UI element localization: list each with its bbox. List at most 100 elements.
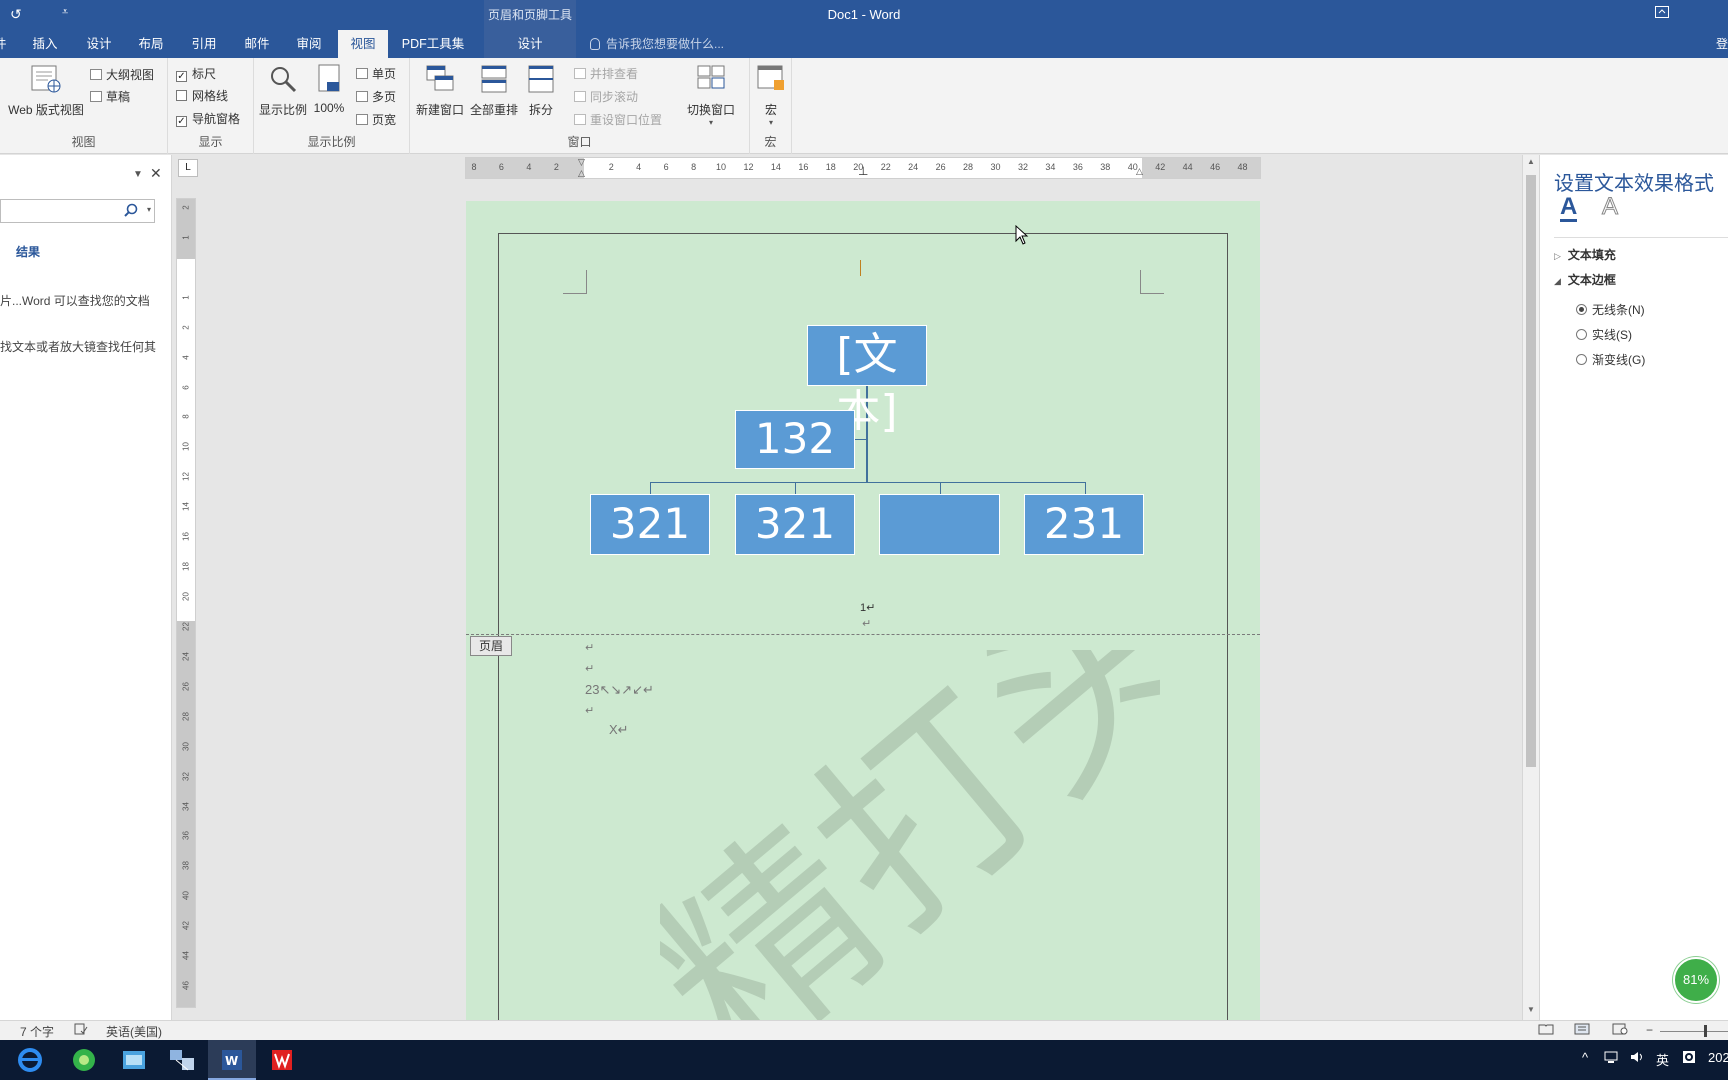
title-bar: ↺ ⩡ 页眉和页脚工具 Doc1 - Word: [0, 0, 1728, 30]
scroll-thumb[interactable]: [1526, 175, 1536, 767]
tab-insert[interactable]: 插入: [28, 30, 62, 58]
smartart-child-node[interactable]: 321: [590, 494, 710, 555]
pane-options-icon[interactable]: ▼: [133, 169, 143, 180]
smartart-child-node[interactable]: 321: [735, 494, 855, 555]
tab-selector[interactable]: L: [178, 159, 198, 177]
no-line-radio[interactable]: 无线条(N): [1576, 301, 1645, 318]
edge-browser-icon[interactable]: [6, 1040, 54, 1080]
text-effects-icon[interactable]: A: [1601, 194, 1618, 219]
page-width-button[interactable]: 页宽: [356, 111, 396, 128]
ruler-tick-label: 16: [181, 532, 191, 542]
wps-app-icon[interactable]: [258, 1040, 306, 1080]
center-tab-marker[interactable]: ⊥: [858, 164, 868, 178]
ruler-tick-label: 26: [935, 162, 946, 172]
zoom-100-button[interactable]: 100%: [312, 64, 346, 115]
ruler-tick-label: 18: [181, 562, 191, 572]
vertical-scrollbar[interactable]: ▲ ▼: [1522, 155, 1539, 1020]
file-explorer-icon[interactable]: [110, 1040, 158, 1080]
proofing-icon[interactable]: [74, 1023, 88, 1038]
text-line-23[interactable]: 23↖↘↗↙↵: [585, 682, 654, 698]
search-icon[interactable]: [124, 203, 138, 220]
text-outline-section[interactable]: ◢ 文本边框: [1554, 271, 1616, 288]
tab-mailings[interactable]: 邮件: [240, 30, 274, 58]
input-language-indicator[interactable]: 英: [1656, 1050, 1669, 1069]
ruler-tick-label: 42: [1155, 162, 1166, 172]
tab-references[interactable]: 引用: [187, 30, 221, 58]
gradient-line-radio[interactable]: 渐变线(G): [1576, 351, 1645, 368]
smartart-child-node[interactable]: 231: [1024, 494, 1144, 555]
close-icon[interactable]: ✕: [150, 165, 162, 182]
text-fill-outline-icon[interactable]: A: [1560, 195, 1578, 222]
sign-in-link[interactable]: 登: [1716, 30, 1728, 58]
tab-results[interactable]: 结果: [16, 243, 40, 260]
horizontal-ruler[interactable]: 8 6 4 2 2 4 6 8 10 12 14 16 18 20 22 24 26 28 30 32 34 36 38 40…: [465, 157, 1261, 179]
sync-scroll-button[interactable]: 同步滚动: [574, 88, 638, 105]
tab-file[interactable]: 文件: [0, 30, 14, 58]
draft-view-button[interactable]: 草稿: [90, 88, 130, 105]
smartart-top-node[interactable]: [文本]: [807, 325, 927, 437]
side-by-side-button[interactable]: 并排查看: [574, 65, 638, 82]
reset-window-position-button[interactable]: 重设窗口位置: [574, 111, 662, 128]
word-count[interactable]: 7 个字: [20, 1023, 54, 1040]
read-mode-icon[interactable]: [1538, 1023, 1554, 1038]
zoom-slider[interactable]: [1660, 1031, 1728, 1032]
scroll-down-icon[interactable]: ▼: [1527, 1005, 1535, 1014]
window-group-label: 窗口: [567, 135, 592, 149]
scroll-up-icon[interactable]: ▲: [1527, 157, 1535, 166]
switch-windows-button[interactable]: 切换窗口 ▾: [682, 64, 740, 127]
multi-page-button[interactable]: 多页: [356, 88, 396, 105]
browser-app-icon[interactable]: [60, 1040, 108, 1080]
tab-header-footer-design[interactable]: 设计: [484, 30, 576, 58]
one-page-button[interactable]: 单页: [356, 65, 396, 82]
language-indicator[interactable]: 英语(美国): [106, 1023, 162, 1040]
header-boundary-line: [466, 634, 1260, 635]
zoom-out-icon[interactable]: −: [1646, 1023, 1653, 1037]
print-layout-icon[interactable]: [1574, 1023, 1590, 1038]
outline-icon: [90, 69, 102, 80]
tab-layout[interactable]: 布局: [134, 30, 168, 58]
ribbon-display-options-icon[interactable]: [1655, 6, 1669, 21]
tab-view[interactable]: 视图: [338, 30, 388, 58]
ruler-tick-label: 18: [825, 162, 836, 172]
performance-badge[interactable]: 81%: [1673, 957, 1719, 1003]
macros-button[interactable]: 宏 ▾: [752, 64, 790, 127]
zoom-button[interactable]: 显示比例: [258, 64, 308, 118]
arrange-all-button[interactable]: 全部重排: [468, 64, 520, 118]
right-indent-marker[interactable]: △: [1136, 166, 1143, 177]
ruler-tick-label: 28: [963, 162, 974, 172]
ribbon-tabs: 文件 插入 设计 布局 引用 邮件 审阅 视图 PDF工具集 设计 告诉我您想要…: [0, 30, 1728, 58]
tell-me-box[interactable]: 告诉我您想要做什么...: [590, 30, 724, 58]
ruler-checkbox[interactable]: ✓ 标尺: [176, 65, 216, 82]
split-button[interactable]: 拆分: [522, 64, 560, 118]
nav-pane-checkbox[interactable]: ✓ 导航窗格: [176, 110, 240, 127]
new-window-button[interactable]: 新建窗口: [414, 64, 466, 118]
smartart-assistant-node[interactable]: 132: [735, 410, 855, 469]
outline-view-button[interactable]: 大纲视图: [90, 66, 154, 83]
tab-review[interactable]: 审阅: [292, 30, 326, 58]
web-layout-status-icon[interactable]: [1612, 1023, 1628, 1038]
volume-tray-icon[interactable]: [1630, 1050, 1646, 1067]
tab-pdf-tools[interactable]: PDF工具集: [398, 30, 468, 58]
connector-line: [1085, 482, 1086, 494]
text-line-x[interactable]: X↵: [609, 722, 629, 738]
ime-tray-icon[interactable]: [1682, 1050, 1696, 1067]
web-layout-button[interactable]: Web 版式视图: [4, 64, 88, 118]
hanging-indent-marker[interactable]: △: [578, 168, 585, 179]
search-input[interactable]: ▾: [0, 199, 155, 223]
page-number-field[interactable]: 1↵: [860, 601, 875, 614]
solid-line-radio[interactable]: 实线(S): [1576, 326, 1632, 343]
search-dropdown-icon[interactable]: ▾: [147, 205, 151, 214]
gridlines-checkbox[interactable]: 网格线: [176, 87, 228, 104]
ruler-tick-label: 46: [181, 981, 191, 991]
tray-expand-icon[interactable]: ^: [1582, 1050, 1588, 1065]
zoom-slider-thumb[interactable]: [1704, 1025, 1707, 1037]
tab-design[interactable]: 设计: [82, 30, 116, 58]
word-taskbar-icon[interactable]: W: [208, 1040, 256, 1080]
text-fill-section[interactable]: ▷ 文本填充: [1554, 246, 1616, 263]
first-line-indent-marker[interactable]: ▽: [578, 157, 585, 168]
network-tray-icon[interactable]: [1604, 1050, 1620, 1067]
network-app-icon[interactable]: [158, 1040, 206, 1080]
vertical-ruler[interactable]: 2 1 1 2 4 6 8 10 12 14 16 18 20 22 24 26 28 30 32 34 36 38 40 4…: [176, 198, 196, 1008]
smartart-child-node[interactable]: [879, 494, 1000, 555]
ruler-tick-label: 36: [1072, 162, 1083, 172]
